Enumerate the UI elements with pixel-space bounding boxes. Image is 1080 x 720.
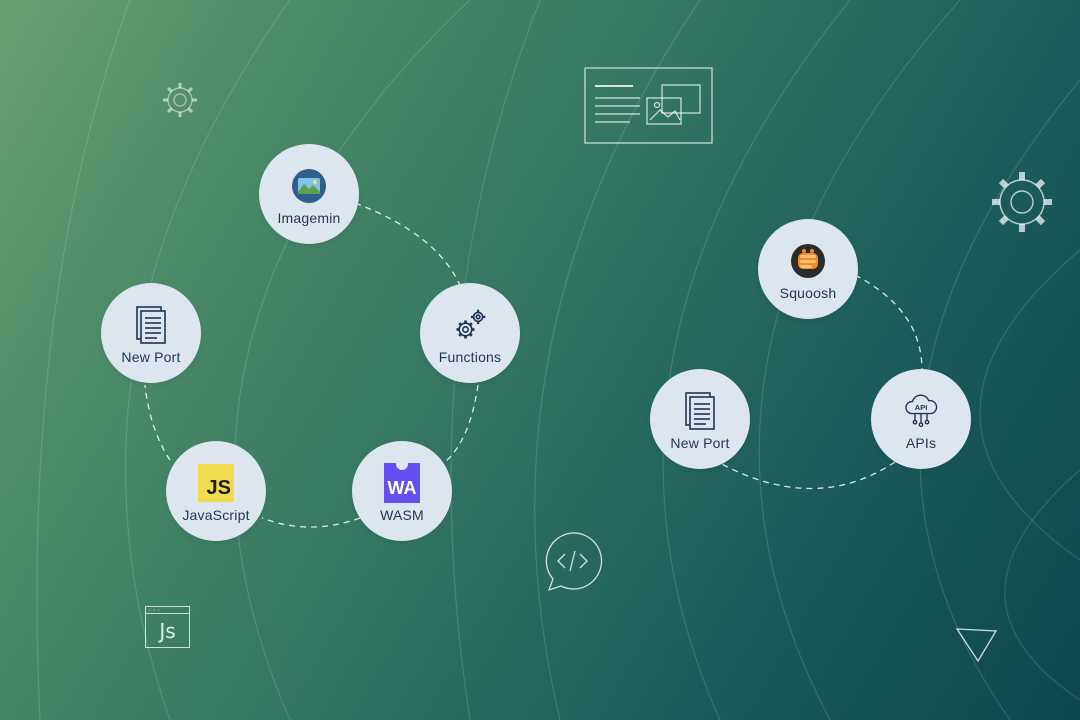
apis-label: APIs [905, 435, 937, 451]
document-icon [133, 306, 169, 344]
imagemin-label: Imagemin [277, 210, 341, 226]
node-imagemin: Imagemin [259, 144, 359, 244]
triangle-icon [955, 628, 998, 663]
node-javascript: JS JavaScript [166, 441, 266, 541]
wa-badge: WA [384, 463, 420, 503]
js-badge: JS [198, 464, 234, 502]
node-squoosh: Squoosh [758, 219, 858, 319]
code-bubble-icon [545, 532, 603, 592]
connector-functions-wasm [444, 384, 479, 463]
javascript-label: JavaScript [182, 507, 250, 523]
connector-squoosh-apis [854, 274, 923, 371]
api-badge-text: API [915, 403, 928, 412]
node-wasm: WA WASM [352, 441, 452, 541]
js-window-icon: • • • Js [145, 606, 190, 648]
imagemin-icon [291, 168, 327, 204]
new-port-right-label: New Port [670, 435, 730, 451]
document-icon [682, 392, 718, 430]
api-cloud-icon: API [903, 393, 939, 429]
new-port-left-label: New Port [121, 349, 181, 365]
background-arcs [36, 0, 1080, 720]
javascript-icon: JS [198, 464, 234, 502]
node-new-port-left: New Port [101, 283, 201, 383]
document-image-icon [584, 67, 713, 144]
squoosh-label: Squoosh [779, 285, 837, 301]
node-functions: Functions [420, 283, 520, 383]
functions-label: Functions [438, 349, 502, 365]
connector-imagemin-functions [354, 202, 463, 291]
gears-icon [452, 307, 488, 343]
node-apis: API APIs [871, 369, 971, 469]
wasm-icon: WA [384, 463, 420, 503]
small-gear-icon [163, 83, 197, 117]
connector-javascript-newport [144, 384, 171, 461]
wasm-label: WASM [380, 507, 424, 523]
js-window-text: Js [159, 619, 176, 643]
connector-apis-newport [717, 461, 896, 490]
large-gear-icon [992, 172, 1052, 232]
squoosh-icon [790, 243, 826, 279]
node-new-port-right: New Port [650, 369, 750, 469]
connector-wasm-javascript [261, 517, 361, 528]
